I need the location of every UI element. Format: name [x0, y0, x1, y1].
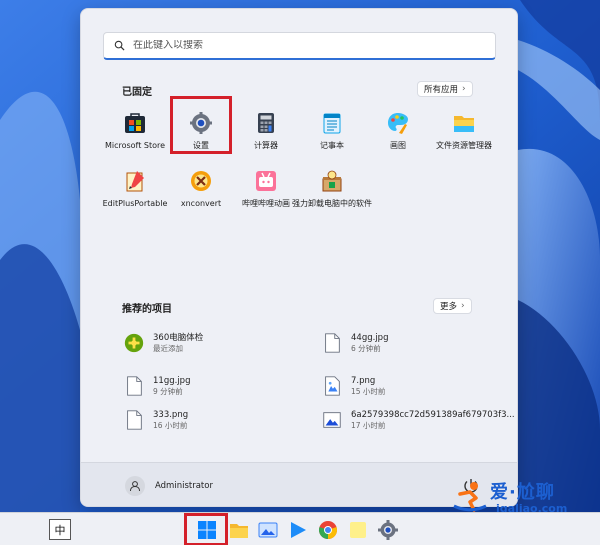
file-icon — [325, 333, 340, 353]
calculator-icon — [258, 113, 274, 133]
pinned-app-file-explorer[interactable]: 文件资源管理器 — [430, 109, 498, 165]
pinned-app-uninstaller[interactable]: 强力卸载电脑中的软件 — [292, 167, 372, 223]
paint-icon — [388, 113, 408, 134]
recommended-item-360[interactable]: 360电脑体检 最近添加 — [123, 330, 303, 356]
recommended-item-time: 9 分钟前 — [153, 386, 183, 396]
settings-icon[interactable] — [377, 519, 399, 541]
pinned-app-paint[interactable]: 画图 — [364, 109, 432, 165]
file-explorer-icon — [454, 116, 474, 132]
pinned-app-microsoft-store[interactable]: Microsoft Store — [101, 109, 169, 165]
recommended-item-name: 44gg.jpg — [351, 332, 389, 343]
notepad-icon — [323, 113, 341, 134]
photos-icon[interactable] — [257, 519, 279, 541]
recommended-section-title: 推荐的项目 — [122, 304, 172, 315]
file-icon — [127, 410, 142, 430]
chevron-right-icon: › — [461, 301, 465, 311]
recommended-item-44gg[interactable]: 44gg.jpg 6 分钟前 — [321, 330, 501, 356]
ime-indicator[interactable]: 中 — [49, 519, 71, 540]
pinned-app-xnconvert[interactable]: xnconvert — [167, 167, 235, 223]
app-label: 强力卸载电脑中的软件 — [292, 199, 372, 208]
start-icon[interactable] — [196, 519, 218, 541]
recommended-item-name: 11gg.jpg — [153, 375, 191, 386]
app-label: 文件资源管理器 — [436, 141, 492, 150]
search-input[interactable] — [133, 40, 473, 51]
more-label: 更多 — [440, 302, 458, 312]
start-menu: 已固定 所有应用 › Microsoft Store 设置 — [80, 8, 518, 507]
recommended-item-time: 15 小时前 — [351, 386, 386, 396]
pinned-section-title: 已固定 — [122, 87, 152, 98]
all-apps-button[interactable]: 所有应用 › — [417, 81, 473, 97]
pinned-app-notepad[interactable]: 记事本 — [298, 109, 366, 165]
recommended-item-time: 6 分钟前 — [351, 343, 381, 353]
bilibili-icon — [256, 171, 276, 191]
recommended-item-name: 6a2579398cc72d591389af679703f3... — [351, 409, 515, 420]
search-icon — [114, 40, 125, 51]
taskbar: 中 — [0, 512, 600, 545]
microsoft-store-icon — [125, 113, 145, 133]
pinned-app-bilibili[interactable]: 哔哩哔哩动画 — [232, 167, 300, 223]
recommended-item-11gg[interactable]: 11gg.jpg 9 分钟前 — [123, 373, 303, 399]
recommended-item-time: 17 小时前 — [351, 420, 386, 430]
recommended-item-time: 16 小时前 — [153, 420, 188, 430]
chevron-right-icon: › — [462, 84, 466, 94]
recommended-item-333png[interactable]: 333.png 16 小时前 — [123, 407, 303, 433]
search-box[interactable] — [103, 32, 496, 60]
xnconvert-icon — [191, 171, 211, 191]
file-icon — [127, 376, 142, 396]
user-name: Administrator — [155, 481, 213, 491]
sticky-notes-icon[interactable] — [347, 519, 369, 541]
pinned-app-calculator[interactable]: 计算器 — [232, 109, 300, 165]
pinned-app-settings[interactable]: 设置 — [167, 109, 235, 165]
editplus-icon — [126, 171, 144, 192]
recommended-item-time: 最近添加 — [153, 343, 183, 353]
chrome-icon[interactable] — [317, 519, 339, 541]
user-account-button[interactable]: Administrator — [125, 476, 213, 496]
image-file-icon — [325, 376, 340, 396]
360-checkup-icon — [124, 333, 144, 353]
settings-gear-icon — [190, 112, 212, 134]
recommended-item-name: 7.png — [351, 375, 376, 386]
file-explorer-icon[interactable] — [228, 519, 250, 541]
media-player-icon[interactable] — [287, 519, 309, 541]
recommended-item-7png[interactable]: 7.png 15 小时前 — [321, 373, 501, 399]
pinned-app-editplus[interactable]: EditPlusPortable — [101, 167, 169, 223]
user-avatar-icon — [125, 476, 145, 496]
runner-logo-icon — [453, 482, 487, 512]
uninstaller-icon — [322, 170, 342, 192]
watermark-brand: 爱·尬聊 — [490, 482, 555, 503]
recommended-item-name: 333.png — [153, 409, 189, 420]
recommended-item-6a2579[interactable]: 6a2579398cc72d591389af679703f3... 17 小时前 — [321, 407, 515, 433]
all-apps-label: 所有应用 — [424, 85, 459, 95]
more-button[interactable]: 更多 › — [433, 298, 472, 314]
recommended-item-name: 360电脑体检 — [153, 332, 204, 343]
image-file-icon — [323, 412, 341, 428]
